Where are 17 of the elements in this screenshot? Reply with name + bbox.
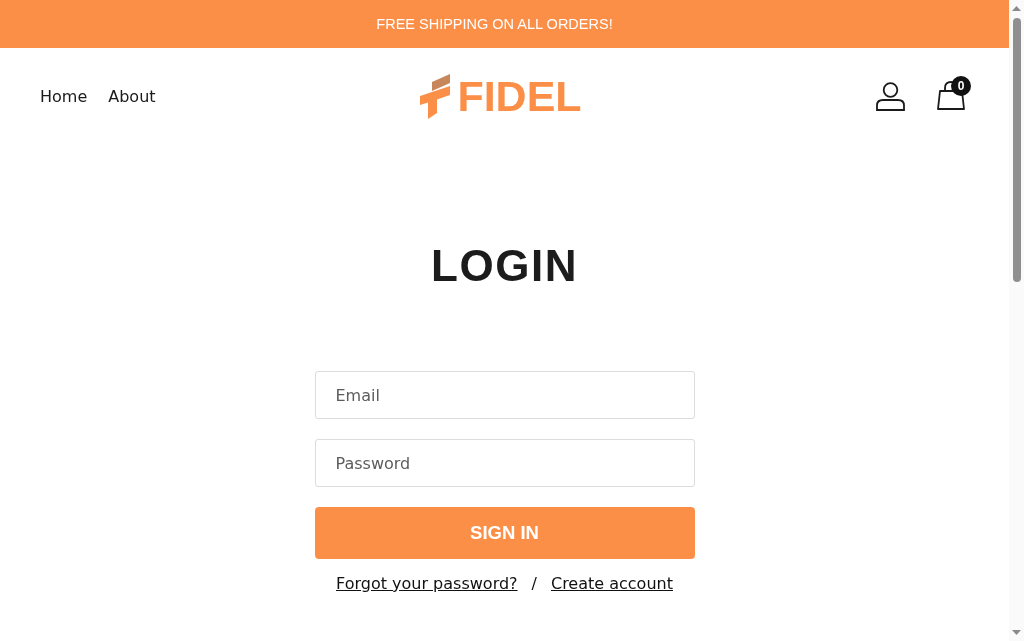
scroll-down-icon[interactable] [1012,630,1021,635]
page-title: LOGIN [431,240,578,292]
scrollbar[interactable] [1009,0,1024,641]
password-field[interactable]: Password [314,439,695,487]
scrollbar-thumb[interactable] [1012,18,1021,282]
announcement-text: FREE SHIPPING ON ALL ORDERS! [376,16,613,32]
nav-link[interactable]: Home [40,86,88,106]
link-separator: / [531,574,537,593]
nav-link[interactable]: About [108,86,156,106]
logo-mark-icon [420,73,452,119]
cart-count-badge: 0 [951,76,971,96]
create-account-link[interactable]: Create account [550,574,673,593]
shopping-bag-icon[interactable] [936,81,966,111]
user-icon[interactable] [876,81,905,111]
forgot-password-link[interactable]: Forgot your password? [336,574,518,593]
email-field[interactable]: Email [314,371,695,419]
scroll-up-icon[interactable] [1012,6,1021,11]
